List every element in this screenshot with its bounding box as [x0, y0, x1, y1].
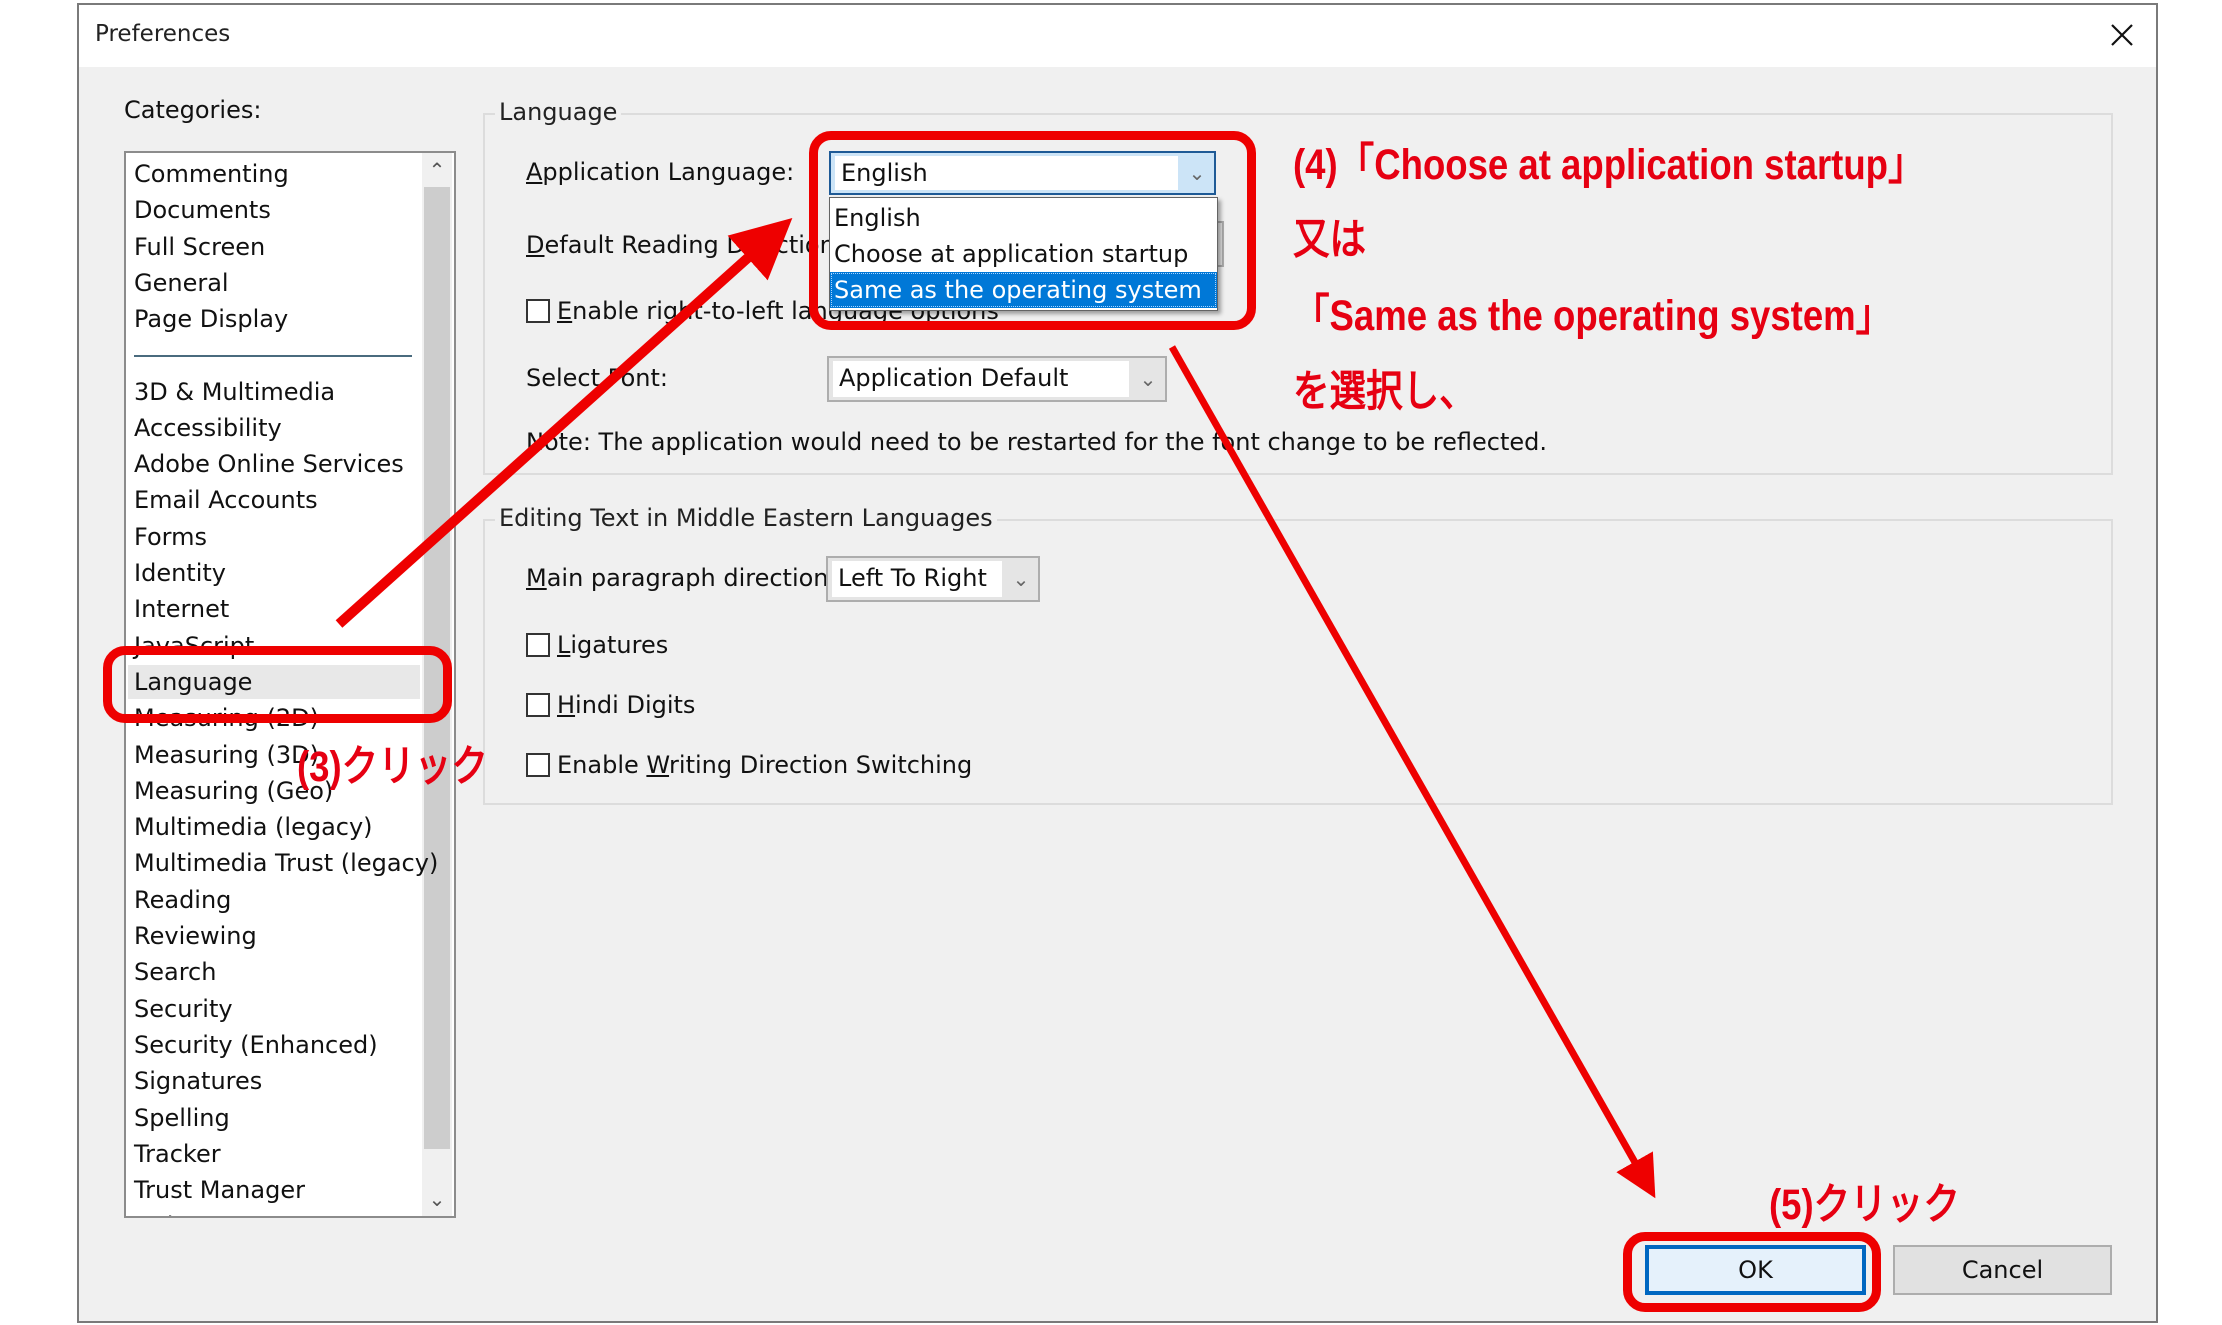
annotation-arrows: [335, 217, 1656, 1199]
arrow-to-language-dropdown: [335, 217, 793, 628]
arrow-to-ok-button: [1168, 345, 1656, 1199]
